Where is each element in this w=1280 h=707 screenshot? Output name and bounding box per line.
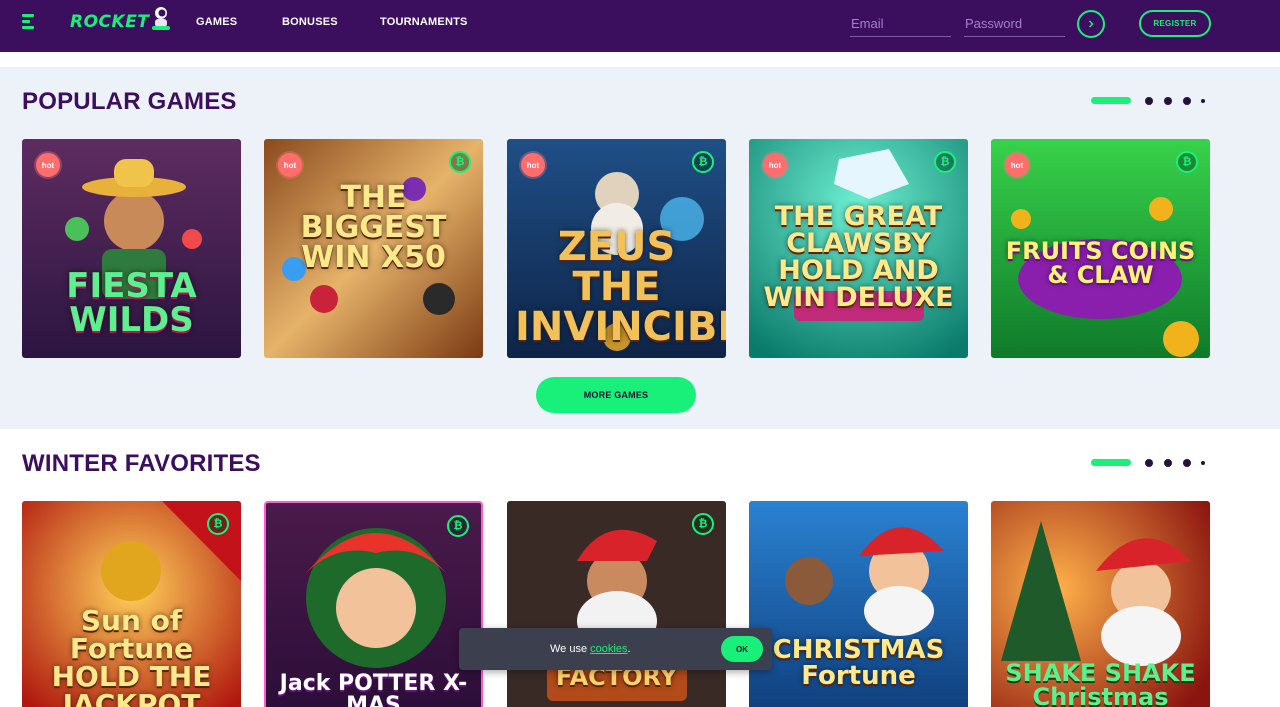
hot-badge: hot <box>278 153 302 177</box>
astronaut-logo-icon <box>152 7 170 30</box>
hamburger-menu-icon[interactable] <box>22 14 36 30</box>
bitcoin-icon: ₿ <box>447 515 469 537</box>
game-card-sun-of-fortune[interactable]: Sun of Fortune HOLD THE JACKPOT ₿ <box>22 501 241 707</box>
hot-badge: hot <box>1005 153 1029 177</box>
password-field <box>964 12 1065 37</box>
game-card-zeus-the-invincible[interactable]: ZEUS THE INVINCIBLE hot ₿ <box>507 139 726 358</box>
nav-games[interactable]: GAMES <box>196 16 237 28</box>
carousel-dot[interactable] <box>1201 461 1205 465</box>
game-title: THE BIGGEST WIN X50 <box>300 180 447 275</box>
carousel-pagination <box>1091 96 1211 106</box>
cookie-ok-button[interactable]: OK <box>721 636 763 662</box>
carousel-dot-active[interactable] <box>1091 459 1131 466</box>
cookie-text: We use <box>550 643 588 655</box>
game-card-christmas-fortune[interactable]: CHRISTMAS Fortune <box>749 501 968 707</box>
popular-games-title: POPULAR GAMES <box>22 88 237 115</box>
more-games-button[interactable]: MORE GAMES <box>536 377 696 413</box>
game-card-the-biggest-win-x50[interactable]: THE BIGGEST WIN X50 hot ₿ <box>264 139 483 358</box>
nav-tournaments[interactable]: TOURNAMENTS <box>380 16 468 28</box>
game-card-fiesta-wilds[interactable]: FIESTA WILDS hot <box>22 139 241 358</box>
carousel-dot[interactable] <box>1183 459 1191 467</box>
logo-text[interactable]: ROCKET <box>70 12 149 32</box>
hot-badge: hot <box>36 153 60 177</box>
carousel-dot[interactable] <box>1164 459 1172 467</box>
game-card-the-great-clawsby[interactable]: THE GREAT CLAWSBY HOLD AND WIN DELUXE ho… <box>749 139 968 358</box>
game-card-shake-shake-christmas[interactable]: SHAKE SHAKE Christmas <box>991 501 1210 707</box>
game-card-fruits-coins-and-claw[interactable]: FRUITS COINS & CLAW hot ₿ <box>991 139 1210 358</box>
nav-bonuses[interactable]: BONUSES <box>282 16 338 28</box>
game-title: FIESTA WILDS <box>66 266 197 340</box>
carousel-dot[interactable] <box>1201 99 1205 103</box>
game-title: Jack POTTER X-MAS <box>279 671 468 707</box>
bitcoin-icon: ₿ <box>692 151 714 173</box>
bitcoin-icon: ₿ <box>1176 151 1198 173</box>
email-field <box>850 12 951 37</box>
game-title: THE GREAT CLAWSBY HOLD AND WIN DELUXE <box>763 201 954 313</box>
chevron-right-icon <box>1088 20 1094 28</box>
bitcoin-icon: ₿ <box>934 151 956 173</box>
bitcoin-icon: ₿ <box>692 513 714 535</box>
password-input[interactable] <box>964 12 1065 34</box>
carousel-dot[interactable] <box>1183 97 1191 105</box>
game-card-jack-potter-x-mas[interactable]: Jack POTTER X-MAS ₿ <box>264 501 483 707</box>
carousel-pagination <box>1091 458 1211 468</box>
winter-favorites-title: WINTER FAVORITES <box>22 450 261 477</box>
cookie-message: We use cookies. <box>550 643 631 655</box>
carousel-dot[interactable] <box>1145 97 1153 105</box>
cookies-link[interactable]: cookies <box>590 643 627 655</box>
cookie-banner: We use cookies. OK <box>459 628 772 670</box>
email-input[interactable] <box>850 12 951 34</box>
hot-badge: hot <box>763 153 787 177</box>
game-title: ZEUS THE INVINCIBLE <box>515 224 726 350</box>
bitcoin-icon: ₿ <box>449 151 471 173</box>
carousel-dot[interactable] <box>1164 97 1172 105</box>
game-title: CHRISTMAS Fortune <box>772 635 945 691</box>
register-button[interactable]: REGISTER <box>1139 10 1211 37</box>
bitcoin-icon: ₿ <box>207 513 229 535</box>
game-card-factory[interactable]: FACTORY ₿ <box>507 501 726 707</box>
game-title: Sun of Fortune HOLD THE JACKPOT <box>51 604 212 707</box>
cookie-suffix: . <box>627 643 631 655</box>
carousel-dot-active[interactable] <box>1091 97 1131 104</box>
hot-badge: hot <box>521 153 545 177</box>
game-title: FRUITS COINS & CLAW <box>1005 237 1196 289</box>
login-submit-button[interactable] <box>1077 10 1105 38</box>
game-title: SHAKE SHAKE Christmas <box>1005 659 1196 707</box>
carousel-dot[interactable] <box>1145 459 1153 467</box>
top-navigation-bar: ROCKET GAMES BONUSES TOURNAMENTS REGISTE… <box>0 0 1280 52</box>
